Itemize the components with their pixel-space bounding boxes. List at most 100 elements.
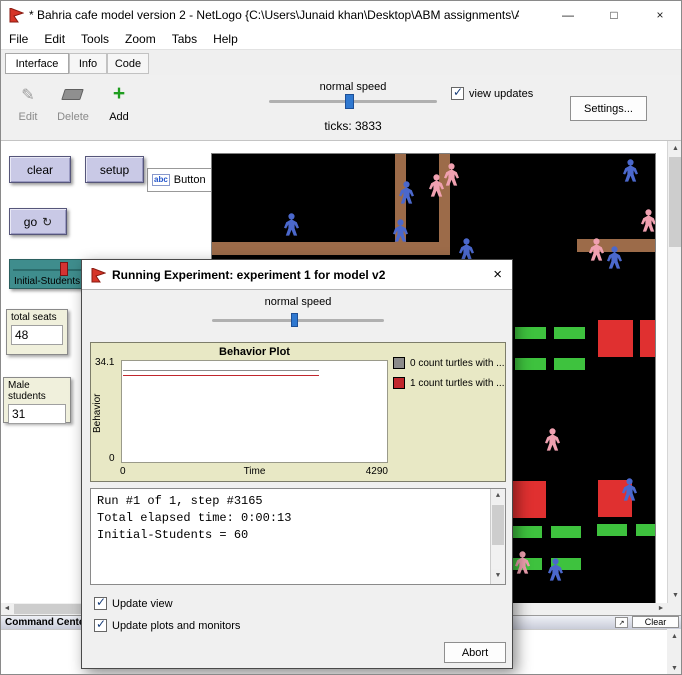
output-line: Run #1 of 1, step #3165: [97, 493, 485, 510]
y-axis-label: Behavior: [92, 377, 104, 449]
dialog-speed-track[interactable]: [212, 319, 384, 322]
person-agent: [283, 213, 300, 236]
command-vertical-scrollbar[interactable]: ▲ ▼: [667, 629, 682, 675]
slider-thumb[interactable]: [60, 262, 68, 276]
view-updates-row: ✓ view updates: [451, 87, 533, 100]
minimize-button[interactable]: —: [545, 1, 591, 29]
behavior-plot: Behavior Plot 34.1 Behavior 0 0 Time 429…: [90, 342, 506, 482]
green-table-patch: [515, 358, 546, 370]
close-button[interactable]: ×: [637, 1, 682, 29]
update-view-checkbox[interactable]: ✓: [94, 597, 107, 610]
add-plus-icon[interactable]: +: [103, 83, 135, 105]
scroll-up-icon[interactable]: ▲: [668, 141, 682, 156]
scroll-down-icon[interactable]: ▼: [668, 588, 682, 603]
command-center-title: Command Center: [5, 617, 88, 628]
y-max-label: 34.1: [95, 357, 114, 368]
monitor-value: 31: [8, 404, 66, 424]
window-controls: — □ ×: [545, 1, 682, 29]
person-agent: [544, 428, 561, 451]
delete-eraser-icon[interactable]: [61, 89, 84, 100]
tab-info[interactable]: Info: [69, 53, 107, 74]
monitor-label: total seats: [11, 312, 63, 323]
wall-segment: [212, 242, 450, 255]
person-agent: [443, 163, 460, 186]
red-table-patch: [512, 481, 546, 518]
green-table-patch: [636, 524, 655, 536]
add-button-label[interactable]: Add: [103, 111, 135, 123]
male-students-monitor: Male students 31: [3, 377, 71, 423]
update-plots-row: ✓ Update plots and monitors: [94, 619, 240, 632]
update-plots-label: Update plots and monitors: [112, 620, 240, 632]
person-agent: [588, 238, 605, 261]
green-table-patch: [512, 526, 542, 538]
legend-entry: 0 count turtles with ...: [393, 357, 505, 369]
delete-button-label[interactable]: Delete: [53, 111, 93, 123]
red-table-patch: [640, 320, 655, 357]
output-line: Total elapsed time: 0:00:13: [97, 510, 485, 527]
edit-pencil-icon[interactable]: ✎: [11, 85, 45, 105]
person-agent: [640, 209, 656, 232]
green-table-patch: [551, 526, 581, 538]
detach-icon[interactable]: ↗: [615, 617, 628, 628]
clear-button[interactable]: clear: [9, 156, 71, 183]
legend-swatch: [393, 377, 405, 389]
tab-interface[interactable]: Interface: [5, 53, 69, 74]
maximize-button[interactable]: □: [591, 1, 637, 29]
person-agent: [622, 159, 639, 182]
monitor-label: Male students: [8, 380, 66, 402]
green-table-patch: [515, 327, 546, 339]
abort-button[interactable]: Abort: [444, 642, 506, 663]
plot-series-line: [123, 375, 319, 376]
output-line: Initial-Students = 60: [97, 527, 485, 544]
go-button-label: go: [24, 215, 37, 229]
go-button[interactable]: go ↻: [9, 208, 67, 235]
scrollbar-thumb[interactable]: [669, 157, 682, 247]
speed-slider-thumb[interactable]: [345, 94, 354, 109]
menu-file[interactable]: File: [1, 32, 36, 46]
forever-icon: ↻: [42, 215, 52, 229]
scroll-down-icon[interactable]: ▼: [491, 569, 505, 584]
dialog-close-button[interactable]: ×: [493, 260, 502, 290]
legend-label: 0 count turtles with ...: [410, 358, 505, 369]
menu-tools[interactable]: Tools: [73, 32, 117, 46]
total-seats-monitor: total seats 48: [6, 309, 68, 355]
plot-area: [121, 360, 388, 463]
tab-code[interactable]: Code: [107, 53, 149, 74]
settings-button[interactable]: Settings...: [570, 96, 647, 121]
legend-entry: 1 count turtles with ...: [393, 377, 505, 389]
person-agent: [621, 478, 638, 501]
dialog-speed-thumb[interactable]: [291, 313, 298, 327]
legend-label: 1 count turtles with ...: [410, 378, 505, 389]
menu-help[interactable]: Help: [205, 32, 246, 46]
scroll-right-icon[interactable]: ►: [655, 603, 667, 615]
main-vertical-scrollbar[interactable]: ▲ ▼: [667, 141, 682, 603]
command-clear-button[interactable]: Clear: [632, 616, 679, 628]
netlogo-logo-icon: [91, 268, 106, 283]
scroll-up-icon[interactable]: ▲: [491, 489, 505, 504]
menu-bar: File Edit Tools Zoom Tabs Help: [1, 29, 682, 50]
scrollbar-thumb[interactable]: [492, 505, 504, 545]
person-agent: [606, 246, 623, 269]
experiment-output[interactable]: Run #1 of 1, step #3165 Total elapsed ti…: [90, 488, 506, 585]
menu-zoom[interactable]: Zoom: [117, 32, 164, 46]
output-scrollbar[interactable]: ▲ ▼: [490, 489, 505, 584]
person-agent: [392, 219, 409, 242]
plot-title: Behavior Plot: [121, 346, 388, 358]
edit-button-label[interactable]: Edit: [11, 111, 45, 123]
menu-edit[interactable]: Edit: [36, 32, 73, 46]
dialog-title-bar[interactable]: Running Experiment: experiment 1 for mod…: [82, 260, 512, 290]
person-agent: [547, 558, 564, 581]
setup-button[interactable]: setup: [85, 156, 144, 183]
monitor-value: 48: [11, 325, 63, 345]
update-plots-checkbox[interactable]: ✓: [94, 619, 107, 632]
netlogo-logo-icon: [9, 8, 24, 23]
tab-bar: Interface Info Code: [1, 50, 682, 75]
scroll-left-icon[interactable]: ◄: [1, 603, 13, 615]
experiment-dialog: Running Experiment: experiment 1 for mod…: [81, 259, 513, 669]
view-updates-checkbox[interactable]: ✓: [451, 87, 464, 100]
netlogo-window: * Bahria cafe model version 2 - NetLogo …: [0, 0, 682, 675]
scroll-down-icon[interactable]: ▼: [667, 661, 682, 675]
scroll-up-icon[interactable]: ▲: [667, 629, 682, 644]
menu-tabs[interactable]: Tabs: [164, 32, 205, 46]
check-icon: ✓: [96, 595, 106, 609]
